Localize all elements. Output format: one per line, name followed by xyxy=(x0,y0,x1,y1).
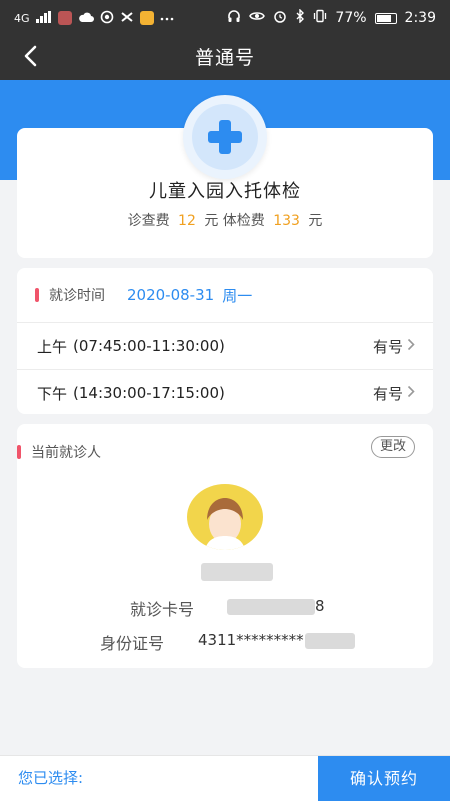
card-number-suffix: 8 xyxy=(315,597,325,615)
confirm-booking-button[interactable]: 确认预约 xyxy=(318,756,450,801)
back-button[interactable] xyxy=(12,42,48,74)
patient-name-masked xyxy=(201,563,273,581)
exam-fee-unit: 元 xyxy=(204,213,219,229)
network-type: 4G xyxy=(14,11,30,25)
service-logo xyxy=(183,95,267,179)
card-number-masked xyxy=(227,599,315,615)
id-number-masked xyxy=(305,633,355,649)
slot-period: 上午 xyxy=(37,337,68,356)
eye-icon xyxy=(249,10,266,26)
slot-time: (07:45:00-11:30:00) xyxy=(73,337,225,355)
schedule-card: 就诊时间 2020-08-31 周一 上午 (07:45:00-11:30:00… xyxy=(17,268,433,414)
card-number-label: 就诊卡号 xyxy=(130,600,195,619)
time-slot-morning[interactable]: 上午 (07:45:00-11:30:00) 有号 xyxy=(17,323,433,369)
section-marker xyxy=(35,288,39,302)
status-left: 4G xyxy=(14,10,174,27)
battery-icon xyxy=(374,12,397,24)
visit-time-row: 就诊时间 2020-08-31 周一 xyxy=(17,268,433,323)
selected-label: 您已选择: xyxy=(18,769,84,787)
id-number-label: 身份证号 xyxy=(100,634,165,653)
signal-icon xyxy=(35,10,52,26)
avatar xyxy=(187,484,263,550)
vibrate-icon xyxy=(313,9,327,27)
medical-cross-icon xyxy=(192,104,258,170)
exam-fee-amount: 12 xyxy=(178,213,196,229)
service-fee: 诊查费 12 元 体检费 133 元 xyxy=(17,210,433,230)
chevron-left-icon xyxy=(23,45,37,71)
section-marker xyxy=(17,445,21,459)
more-icon xyxy=(160,12,174,25)
service-name: 儿童入园入托体检 xyxy=(149,181,301,202)
checkup-fee-label: 体检费 xyxy=(222,213,265,229)
app-icon xyxy=(57,11,72,25)
chevron-right-icon xyxy=(407,337,415,355)
time-slot-afternoon[interactable]: 下午 (14:30:00-17:15:00) 有号 xyxy=(17,369,433,416)
visit-time-label: 就诊时间 xyxy=(49,288,105,304)
app-icon xyxy=(139,11,154,25)
page-title: 普通号 xyxy=(194,47,255,69)
headphone-icon xyxy=(227,9,241,27)
patient-title: 当前就诊人 xyxy=(31,445,101,461)
checkup-fee-amount: 133 xyxy=(273,213,300,229)
cloud-icon xyxy=(78,11,94,26)
change-patient-button[interactable]: 更改 xyxy=(370,436,415,458)
person-icon xyxy=(205,498,245,550)
checkup-fee-unit: 元 xyxy=(308,213,323,229)
clock: 2:39 xyxy=(404,10,436,26)
slot-status: 有号 xyxy=(372,384,403,403)
slot-period: 下午 xyxy=(37,384,68,403)
visit-date: 2020-08-31 xyxy=(127,286,215,304)
exam-fee-label: 诊查费 xyxy=(127,213,170,229)
ring-icon xyxy=(100,10,114,27)
nav-bar: 普通号 xyxy=(0,36,450,80)
bluetooth-icon xyxy=(295,8,305,27)
id-number: 4311********* xyxy=(198,631,304,649)
patient-header: 当前就诊人 xyxy=(17,442,101,462)
status-right: 77% 2:39 xyxy=(227,8,436,27)
status-bar: 4G 77% 2:39 xyxy=(0,0,450,36)
slot-time: (14:30:00-17:15:00) xyxy=(73,384,225,402)
patient-card: 当前就诊人 更改 就诊卡号 8 身份证号 4311********* xyxy=(17,424,433,668)
slot-status: 有号 xyxy=(372,337,403,356)
capcut-icon xyxy=(120,10,134,27)
visit-weekday: 周一 xyxy=(222,286,253,305)
alarm-icon xyxy=(273,9,287,27)
bottom-bar: 您已选择: 确认预约 xyxy=(0,755,450,801)
battery-percent: 77% xyxy=(335,10,367,26)
chevron-right-icon xyxy=(407,384,415,402)
